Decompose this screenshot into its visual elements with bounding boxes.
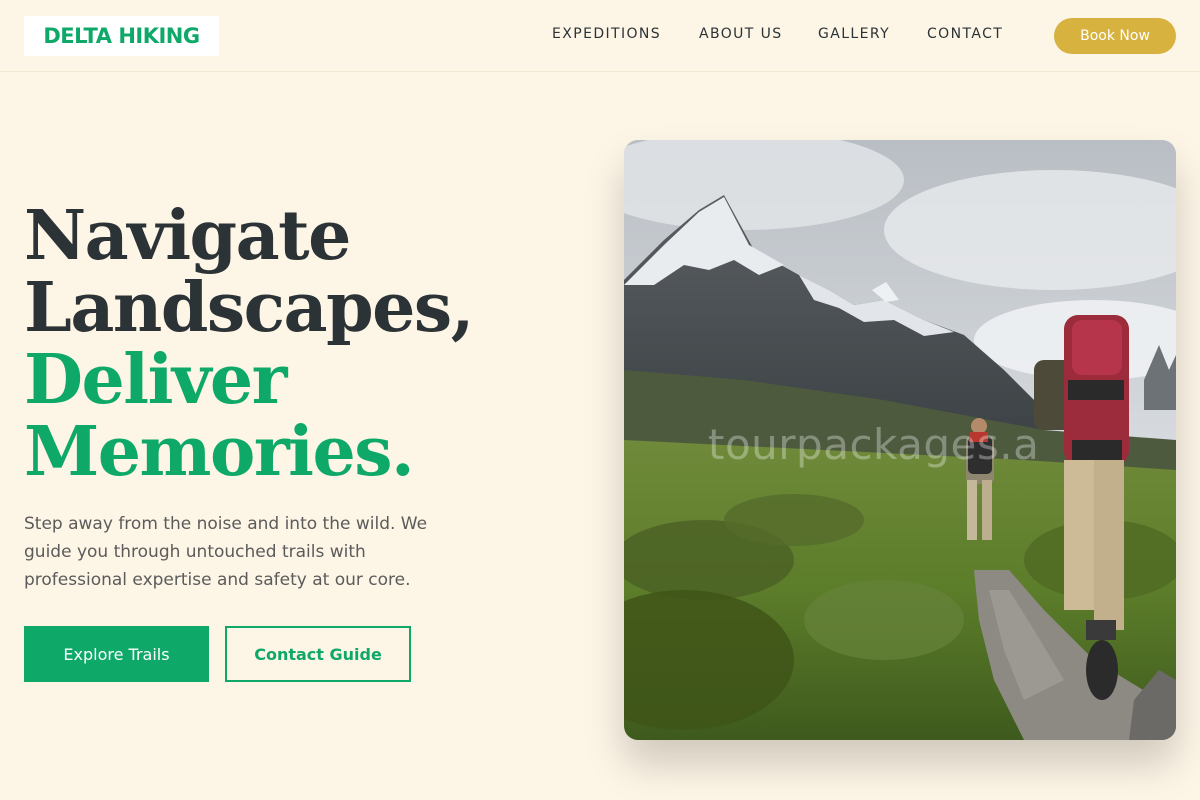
nav-link-gallery[interactable]: GALLERY — [818, 26, 890, 42]
watermark-text: tourpackages.a — [708, 420, 1040, 469]
nav-link-about-us[interactable]: ABOUT US — [699, 26, 783, 42]
hero-image: tourpackages.a — [624, 140, 1176, 740]
headline-line-1: Navigate — [24, 196, 351, 276]
explore-trails-button[interactable]: Explore Trails — [24, 626, 209, 682]
headline-line-4: Memories. — [24, 412, 415, 492]
book-now-button[interactable]: Book Now — [1054, 18, 1176, 54]
brand-logo[interactable]: DELTA HIKING — [24, 16, 219, 56]
contact-guide-button[interactable]: Contact Guide — [225, 626, 411, 682]
nav-link-expeditions[interactable]: EXPEDITIONS — [552, 26, 661, 42]
hero-subtitle: Step away from the noise and into the wi… — [24, 514, 428, 590]
site-header: DELTA HIKING EXPEDITIONS ABOUT US GALLER… — [0, 0, 1200, 72]
hero-headline: Navigate Landscapes, Deliver Memories. — [24, 200, 584, 488]
headline-line-2: Landscapes, — [24, 268, 474, 348]
nav-link-contact[interactable]: CONTACT — [927, 26, 1003, 42]
headline-line-3: Deliver — [24, 340, 288, 420]
